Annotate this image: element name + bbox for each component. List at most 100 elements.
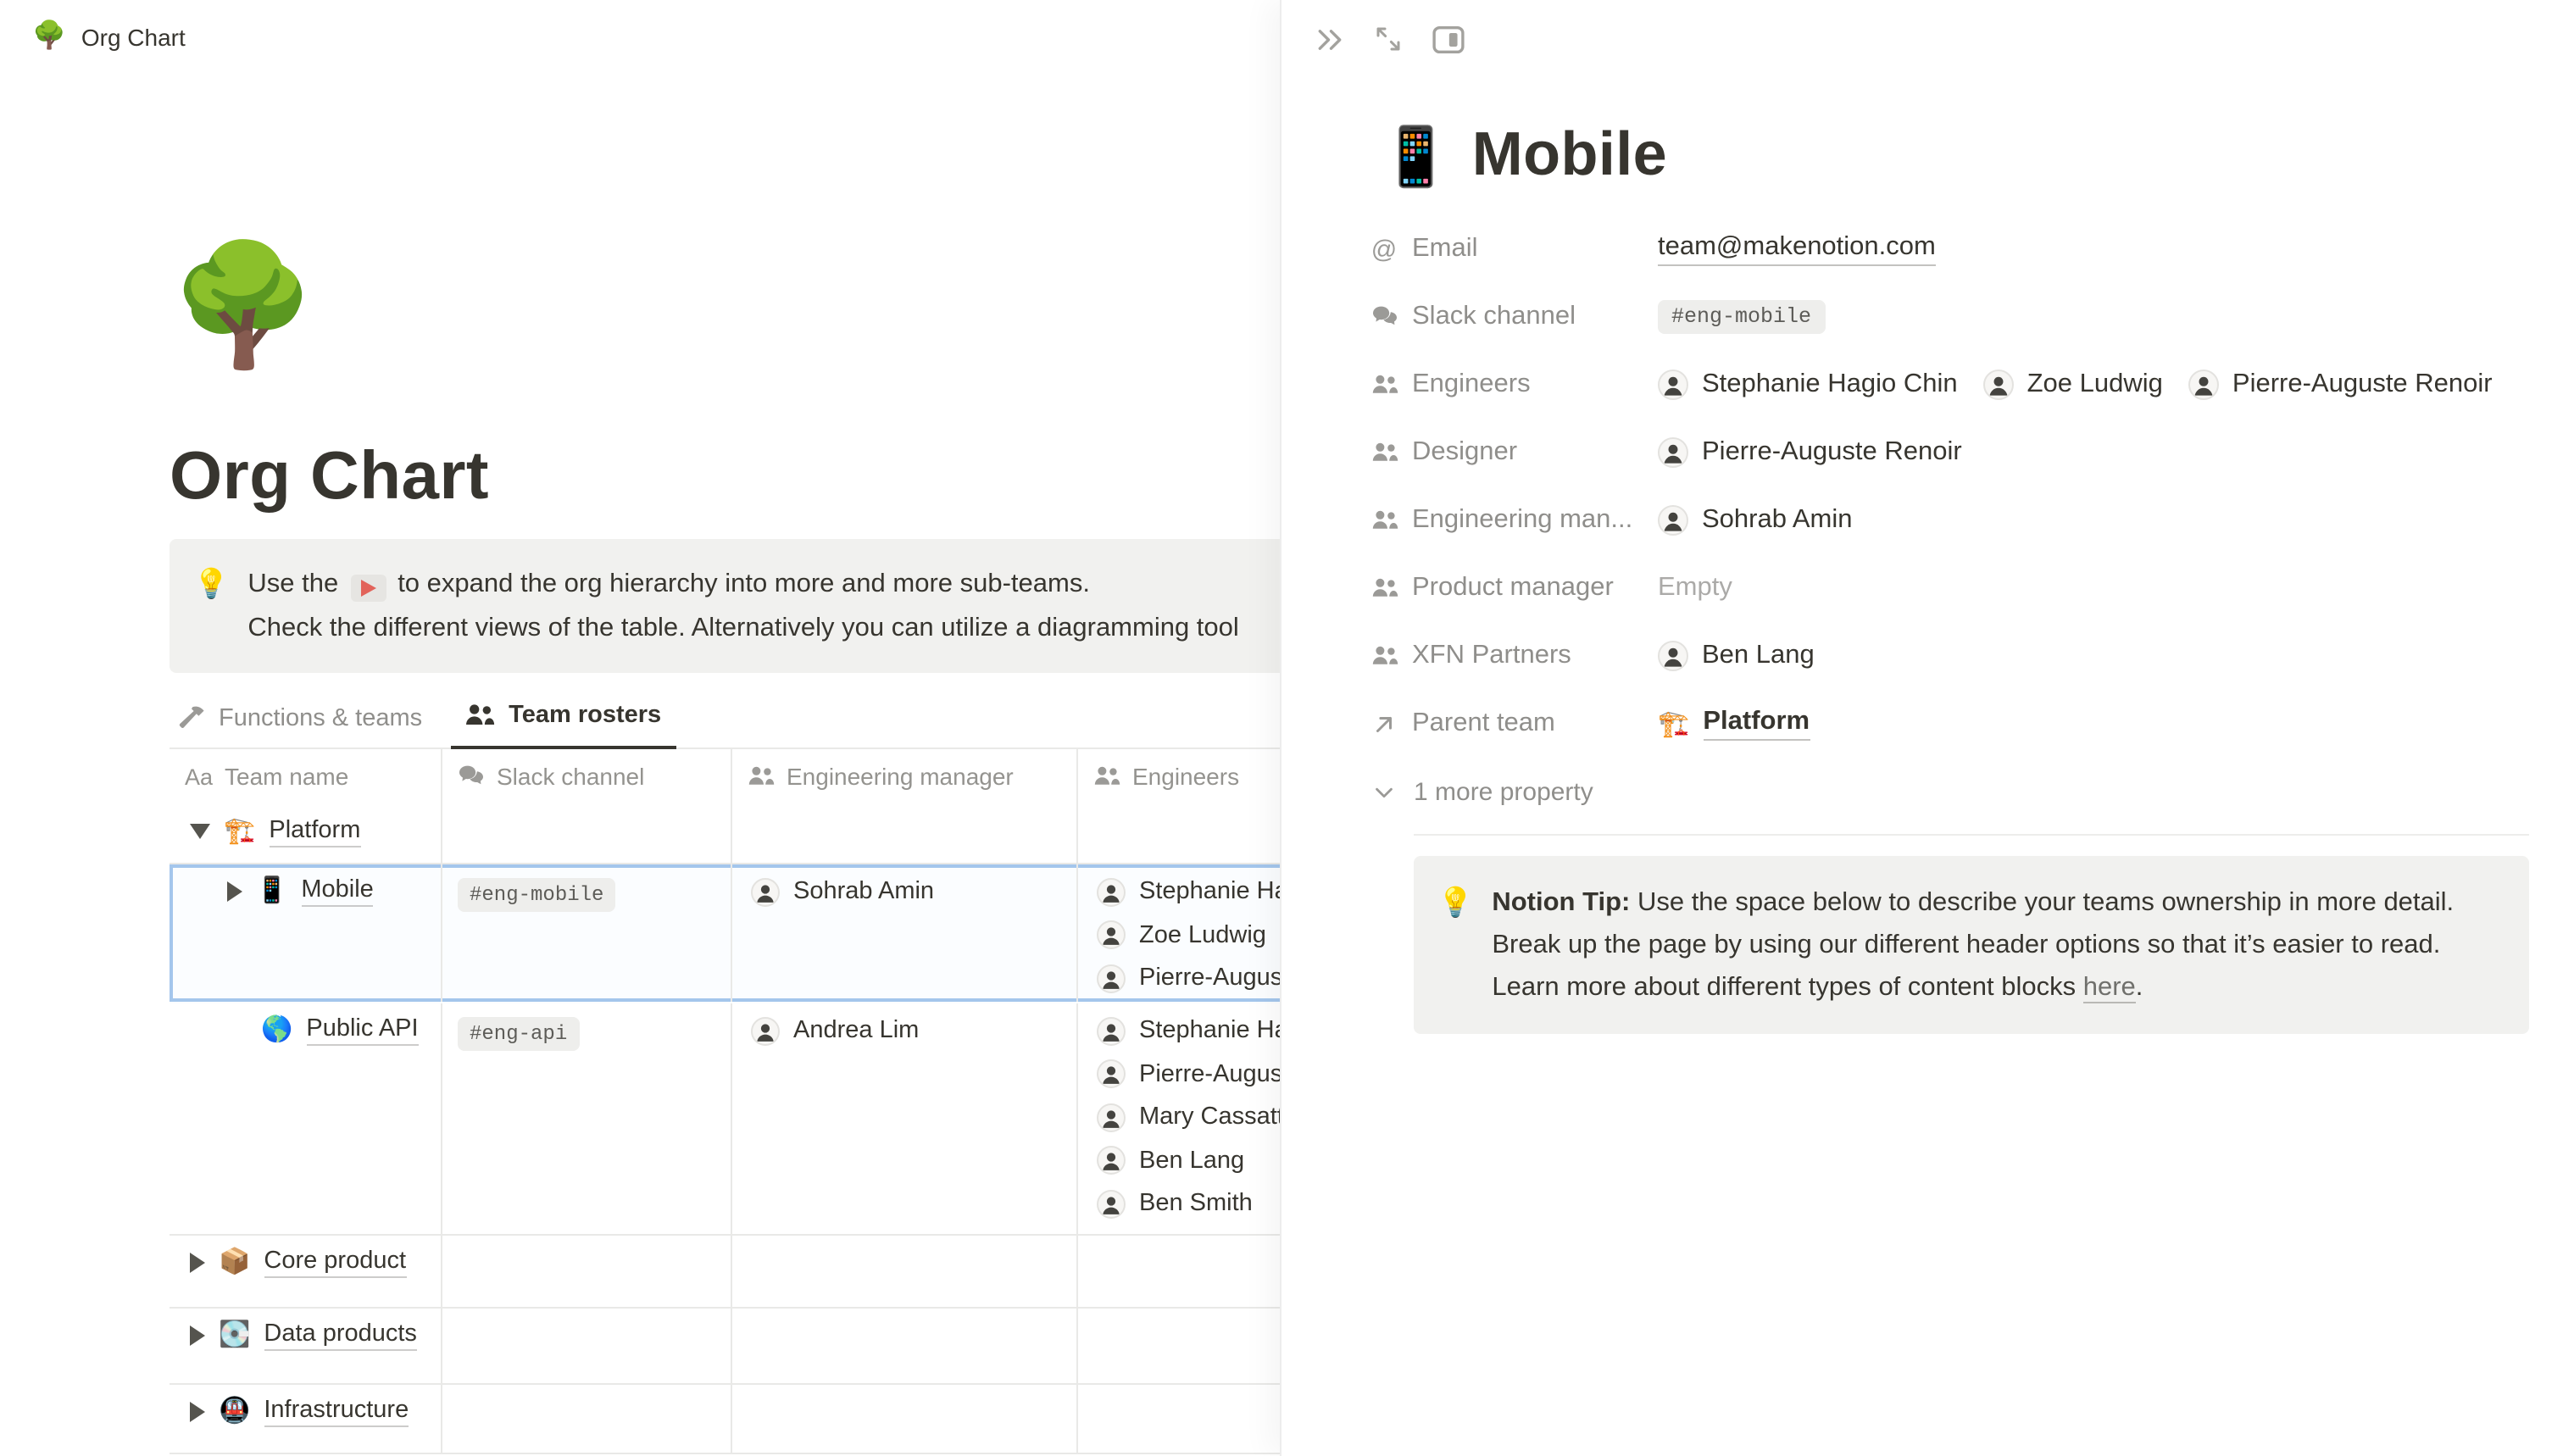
column-header-slack-channel[interactable]: Slack channel — [442, 748, 732, 804]
cell-slack-channel[interactable]: #eng-api — [442, 1003, 732, 1233]
team-name-link[interactable]: Infrastructure — [264, 1396, 409, 1426]
title-property-icon: Aa — [185, 764, 213, 789]
cell-team-name[interactable]: 🚇 Infrastructure — [170, 1384, 442, 1452]
peek-toolbar — [1282, 0, 2563, 61]
tab-functions-and-teams[interactable]: Functions & teams — [170, 701, 437, 747]
chevron-down-icon — [1370, 777, 1398, 806]
team-page-emoji[interactable]: 📱 — [1380, 125, 1452, 190]
person-mention[interactable]: Sohrab Amin — [732, 870, 1076, 914]
open-full-page-expand-icon[interactable] — [1366, 17, 1410, 61]
property-label[interactable]: Engineers — [1370, 370, 1658, 400]
property-label[interactable]: XFN Partners — [1370, 641, 1658, 671]
person-mention[interactable]: Ben Lang — [1658, 641, 1815, 671]
page-cover-emoji[interactable]: 🌳 — [170, 242, 305, 368]
cell-team-name[interactable]: 💽 Data products — [170, 1308, 442, 1382]
property-row-designer: Designer Pierre-Auguste Renoir — [1370, 419, 2563, 486]
cell-slack-channel[interactable] — [442, 804, 732, 862]
team-name-link[interactable]: Core product — [264, 1247, 406, 1277]
expand-toggle-icon[interactable] — [190, 1401, 205, 1421]
property-label[interactable]: Product manager — [1370, 573, 1658, 603]
cell-engineering-manager[interactable] — [732, 1384, 1078, 1452]
cell-team-name[interactable]: 📱 Mobile — [170, 864, 442, 1001]
side-peek-mode-icon[interactable] — [1426, 17, 1470, 61]
property-row-engineering-manager: Engineering man... Sohrab Amin — [1370, 486, 2563, 554]
person-name: Zoe Ludwig — [1139, 922, 1266, 949]
property-label[interactable]: Designer — [1370, 437, 1658, 468]
expand-toggle-icon[interactable] — [190, 1325, 205, 1345]
email-value-link[interactable]: team@makenotion.com — [1658, 232, 1936, 266]
cell-engineering-manager[interactable] — [732, 1235, 1078, 1306]
cell-team-name[interactable]: 🌎 Public API — [170, 1003, 442, 1233]
property-label[interactable]: Engineering man... — [1370, 505, 1658, 536]
property-label[interactable]: Slack channel — [1370, 302, 1658, 332]
cell-team-name[interactable]: 📦 Core product — [170, 1235, 442, 1306]
callout-line-2: Check the different views of the table. … — [247, 606, 1238, 649]
people-icon — [1093, 763, 1120, 790]
chat-bubbles-icon — [1370, 303, 1398, 331]
avatar — [1097, 878, 1126, 907]
person-name: Sohrab Amin — [793, 879, 934, 906]
cell-slack-channel[interactable] — [442, 1384, 732, 1452]
hammer-icon — [178, 704, 205, 731]
callout-line-1: Use theto expand the org hierarchy into … — [247, 563, 1238, 606]
team-emoji: 📦 — [219, 1249, 250, 1275]
team-emoji: 💽 — [219, 1322, 250, 1348]
avatar — [1097, 1103, 1126, 1132]
avatar — [751, 878, 780, 907]
person-name: Sohrab Amin — [1702, 505, 1853, 536]
property-label[interactable]: Parent team — [1370, 709, 1658, 739]
person-mention[interactable]: Sohrab Amin — [1658, 505, 1853, 536]
cell-team-name[interactable]: 🏗️ Platform — [170, 804, 442, 862]
avatar — [1658, 437, 1688, 468]
person-mention[interactable]: Andrea Lim — [732, 1009, 1076, 1053]
cell-engineering-manager[interactable]: Sohrab Amin — [732, 864, 1078, 1001]
expand-toggle-icon[interactable] — [227, 881, 242, 901]
person-name: Ben Lang — [1139, 1148, 1244, 1175]
cell-slack-channel[interactable] — [442, 1235, 732, 1306]
people-icon — [1370, 574, 1398, 603]
tab-label: Functions & teams — [219, 704, 422, 731]
collapse-toggle-icon[interactable] — [190, 824, 210, 839]
callout-text: Use theto expand the org hierarchy into … — [247, 563, 1238, 649]
avatar — [2188, 370, 2219, 400]
cell-slack-channel[interactable] — [442, 1308, 732, 1382]
more-properties-toggle[interactable]: 1 more property — [1370, 758, 2563, 825]
column-header-team-name[interactable]: Aa Team name — [170, 748, 442, 804]
cell-engineering-manager[interactable] — [732, 804, 1078, 862]
team-page-title[interactable]: Mobile — [1472, 119, 1667, 190]
avatar — [1097, 921, 1126, 950]
toggle-spacer — [227, 1029, 247, 1031]
red-toggle-icon — [360, 580, 375, 597]
person-mention[interactable]: Stephanie Hagio Chin — [1658, 370, 1958, 400]
person-mention[interactable]: Pierre-Auguste Renoir — [2188, 370, 2493, 400]
column-header-engineering-manager[interactable]: Engineering manager — [732, 748, 1078, 804]
cell-engineering-manager[interactable]: Andrea Lim — [732, 1003, 1078, 1233]
slack-channel-chip[interactable]: #eng-mobile — [1658, 300, 1825, 334]
breadcrumb-page-title[interactable]: Org Chart — [81, 24, 186, 51]
property-label[interactable]: @ Email — [1370, 234, 1658, 264]
people-icon — [748, 763, 775, 790]
team-name-link[interactable]: Public API — [306, 1014, 418, 1045]
arrow-up-right-icon — [1370, 709, 1398, 738]
here-link[interactable]: here — [2083, 973, 2136, 1003]
page-emoji-icon: 🌳 — [32, 24, 66, 51]
person-mention[interactable]: Zoe Ludwig — [1983, 370, 2163, 400]
people-icon — [1370, 438, 1398, 467]
cell-engineering-manager[interactable] — [732, 1308, 1078, 1382]
empty-value[interactable]: Empty — [1658, 573, 1732, 603]
avatar — [1658, 641, 1688, 671]
property-row-parent-team: Parent team 🏗️ Platform — [1370, 690, 2563, 758]
close-peek-double-chevron-icon[interactable] — [1307, 17, 1351, 61]
team-name-link[interactable]: Data products — [264, 1320, 417, 1350]
people-icon — [1370, 642, 1398, 670]
person-mention[interactable]: Pierre-Auguste Renoir — [1658, 437, 1962, 468]
person-name: Pierre-Auguste Renoir — [2232, 370, 2493, 400]
expand-toggle-icon[interactable] — [190, 1252, 205, 1272]
property-row-email: @ Email team@makenotion.com — [1370, 215, 2563, 283]
parent-team-relation-link[interactable]: 🏗️ Platform — [1658, 707, 1810, 741]
tab-team-rosters[interactable]: Team rosters — [451, 697, 676, 749]
avatar — [1097, 1060, 1126, 1089]
team-name-link[interactable]: Platform — [269, 816, 360, 847]
cell-slack-channel[interactable]: #eng-mobile — [442, 864, 732, 1001]
team-name-link[interactable]: Mobile — [301, 875, 373, 906]
